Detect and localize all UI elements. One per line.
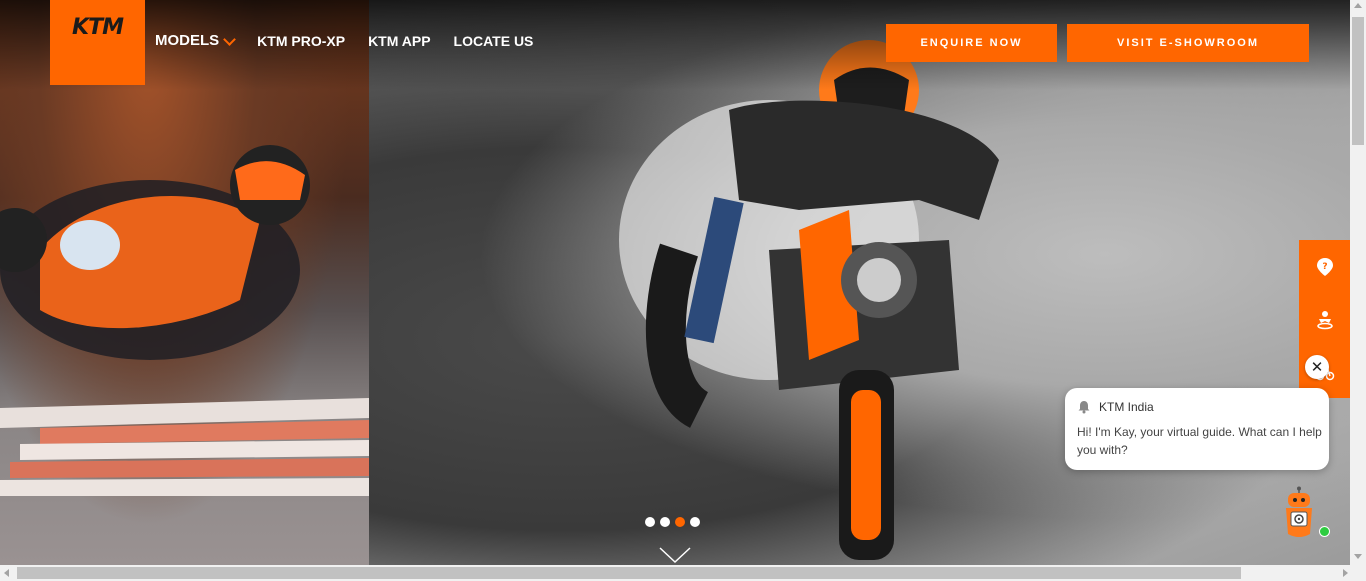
main-nav: MODELS KTM PRO-XP KTM APP LOCATE US [155, 32, 556, 49]
vertical-scrollbar[interactable] [1350, 0, 1366, 565]
bell-icon [1078, 401, 1090, 414]
virtual-guide-bot-icon[interactable] [1282, 486, 1316, 538]
carousel-pagination [645, 517, 700, 527]
svg-text:?: ? [1322, 262, 1327, 272]
chat-bubble[interactable]: KTM India Hi! I'm Kay, your virtual guid… [1065, 388, 1329, 470]
scroll-up-arrow-icon[interactable] [1354, 3, 1362, 8]
nav-item-models[interactable]: MODELS [155, 32, 237, 49]
rider-icon[interactable] [1315, 310, 1335, 330]
chat-message: Hi! I'm Kay, your virtual guide. What ca… [1077, 425, 1322, 457]
scrollbar-thumb[interactable] [17, 567, 1241, 579]
chevron-down-icon [223, 32, 237, 46]
carousel-dot[interactable] [690, 517, 700, 527]
nav-item-ktm-app[interactable]: KTM APP [368, 32, 430, 49]
scroll-left-arrow-icon[interactable] [4, 569, 9, 577]
nav-item-label: LOCATE US [453, 32, 534, 49]
scrollbar-thumb[interactable] [1352, 17, 1364, 145]
online-status-indicator [1319, 526, 1330, 537]
racer-illustration [0, 145, 310, 360]
scroll-down-arrow-icon[interactable] [1354, 554, 1362, 559]
carousel-dot[interactable] [645, 517, 655, 527]
close-chat-button[interactable]: ✕ [1305, 355, 1329, 379]
scroll-right-arrow-icon[interactable] [1343, 569, 1348, 577]
horizontal-scrollbar[interactable] [0, 565, 1366, 581]
ktm-logo[interactable]: KTM [50, 0, 145, 85]
nav-item-label: KTM PRO-XP [257, 32, 346, 49]
duke-rider-illustration [619, 40, 999, 560]
nav-item-label: MODELS [155, 32, 220, 49]
scroll-down-chevron-icon[interactable] [658, 546, 692, 565]
close-icon: ✕ [1310, 359, 1324, 376]
carousel-dot-active[interactable] [675, 517, 685, 527]
chat-title: KTM India [1099, 400, 1154, 414]
carousel-dot[interactable] [660, 517, 670, 527]
nav-item-label: KTM APP [368, 32, 431, 49]
hero-banner [0, 0, 1350, 565]
track-kerb-image [0, 398, 369, 496]
nav-item-ktm-pro-xp[interactable]: KTM PRO-XP [257, 32, 345, 49]
nav-item-locate-us[interactable]: LOCATE US [454, 32, 534, 49]
chat-header: KTM India [1077, 400, 1154, 414]
enquire-now-button[interactable]: ENQUIRE NOW [886, 24, 1057, 62]
visit-e-showroom-button[interactable]: VISIT E-SHOWROOM [1067, 24, 1309, 62]
question-pin-icon[interactable]: ? [1315, 257, 1335, 277]
